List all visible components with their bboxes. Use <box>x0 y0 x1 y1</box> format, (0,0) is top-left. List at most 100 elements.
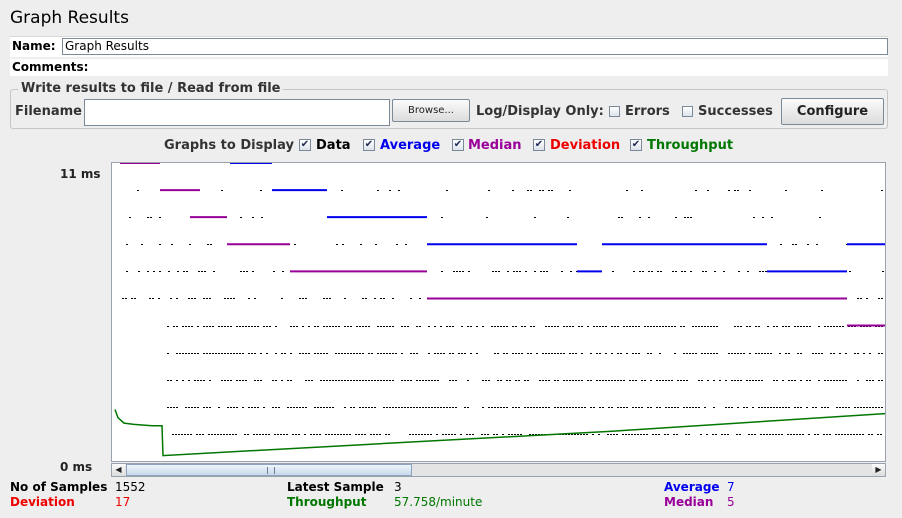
data-point <box>611 407 613 408</box>
data-point <box>785 407 787 408</box>
data-point <box>655 434 657 435</box>
data-point <box>578 380 580 381</box>
data-point <box>656 380 658 381</box>
data-point <box>524 407 526 408</box>
data-point <box>218 326 220 327</box>
data-point <box>797 326 799 327</box>
data-point <box>881 298 883 299</box>
data-point <box>863 407 865 408</box>
data-point <box>850 434 852 435</box>
data-point <box>310 434 312 435</box>
data-point <box>635 353 637 354</box>
data-point <box>785 353 787 354</box>
data-point <box>737 353 739 354</box>
data-point <box>695 190 697 191</box>
data-point <box>572 380 574 381</box>
data-point <box>869 353 871 354</box>
data-point <box>224 298 226 299</box>
data-point <box>545 380 547 381</box>
data-point <box>812 407 814 408</box>
data-point <box>209 380 211 381</box>
data-point <box>137 190 139 191</box>
scroll-right-button[interactable]: ▶ <box>872 464 885 476</box>
data-point <box>690 271 692 272</box>
data-point <box>319 434 321 435</box>
data-point <box>716 353 718 354</box>
data-point <box>233 353 235 354</box>
data-point <box>349 434 351 435</box>
data-point <box>268 434 270 435</box>
data-point <box>217 434 219 435</box>
data-point <box>342 244 344 245</box>
data-point <box>428 380 430 381</box>
data-point <box>515 380 517 381</box>
data-point <box>168 271 170 272</box>
data-point <box>788 353 790 354</box>
data-point <box>620 380 622 381</box>
data-point <box>235 434 237 435</box>
name-input[interactable] <box>62 38 888 55</box>
scrollbar-thumb[interactable] <box>126 464 412 476</box>
data-point <box>795 244 797 245</box>
data-point <box>660 271 662 272</box>
data-point <box>652 434 654 435</box>
configure-button[interactable]: Configure <box>781 98 884 125</box>
data-point <box>650 326 652 327</box>
successes-checkbox[interactable] <box>682 106 693 117</box>
comments-row[interactable]: Comments: <box>10 59 888 76</box>
data-checkbox[interactable]: ✔ <box>299 139 311 151</box>
data-point <box>254 407 256 408</box>
data-point <box>881 407 883 408</box>
data-point <box>881 380 883 381</box>
data-point <box>320 407 322 408</box>
data-point <box>700 434 702 435</box>
data-point <box>605 380 607 381</box>
data-point <box>857 407 859 408</box>
data-point <box>467 407 469 408</box>
data-point <box>416 326 418 327</box>
filename-input[interactable] <box>84 99 390 126</box>
data-point <box>407 407 409 408</box>
data-point <box>835 434 837 435</box>
data-point <box>617 407 619 408</box>
data-point <box>373 434 375 435</box>
data-point <box>560 407 562 408</box>
data-point <box>172 434 174 435</box>
data-point <box>452 407 454 408</box>
data-point <box>159 217 161 218</box>
data-point <box>383 353 385 354</box>
deviation-checkbox[interactable]: ✔ <box>533 139 545 151</box>
median-checkbox[interactable]: ✔ <box>452 139 464 151</box>
data-point <box>446 326 448 327</box>
data-point <box>201 271 203 272</box>
data-point <box>152 298 154 299</box>
data-point <box>470 353 472 354</box>
data-point <box>362 353 364 354</box>
data-point <box>824 380 826 381</box>
throughput-checkbox[interactable]: ✔ <box>630 139 642 151</box>
data-point <box>197 380 199 381</box>
data-point <box>878 380 880 381</box>
average-checkbox[interactable]: ✔ <box>363 139 375 151</box>
errors-checkbox[interactable] <box>609 106 620 117</box>
data-point <box>456 271 458 272</box>
data-point <box>800 353 802 354</box>
data-point <box>256 434 258 435</box>
data-point <box>350 380 352 381</box>
data-point <box>326 298 328 299</box>
data-point <box>467 380 469 381</box>
data-point <box>227 380 229 381</box>
data-point <box>338 326 340 327</box>
scroll-left-button[interactable]: ◀ <box>112 464 125 476</box>
data-point <box>575 407 577 408</box>
data-point <box>177 271 179 272</box>
data-point <box>668 407 670 408</box>
data-point <box>242 380 244 381</box>
graph-horizontal-scrollbar[interactable]: ◀ ▶ <box>111 463 886 477</box>
browse-button[interactable]: Browse... <box>392 99 470 122</box>
data-point <box>509 380 511 381</box>
data-point <box>254 353 256 354</box>
data-point <box>824 326 826 327</box>
data-point <box>212 326 214 327</box>
data-point <box>632 353 634 354</box>
